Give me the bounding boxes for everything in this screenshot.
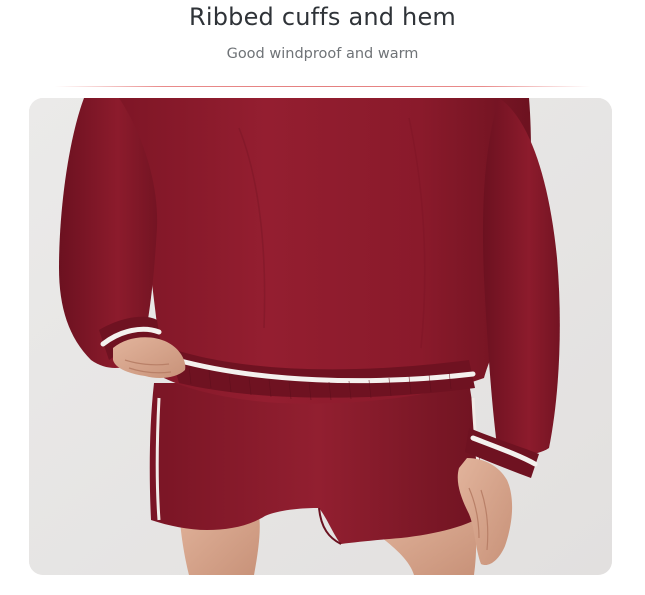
section-subtitle: Good windproof and warm — [226, 46, 419, 62]
shorts-left-piping — [155, 397, 161, 521]
product-photo — [29, 98, 612, 575]
product-photo-illustration — [29, 98, 612, 575]
header-divider — [55, 86, 590, 87]
section-title: Ribbed cuffs and hem — [188, 3, 456, 31]
